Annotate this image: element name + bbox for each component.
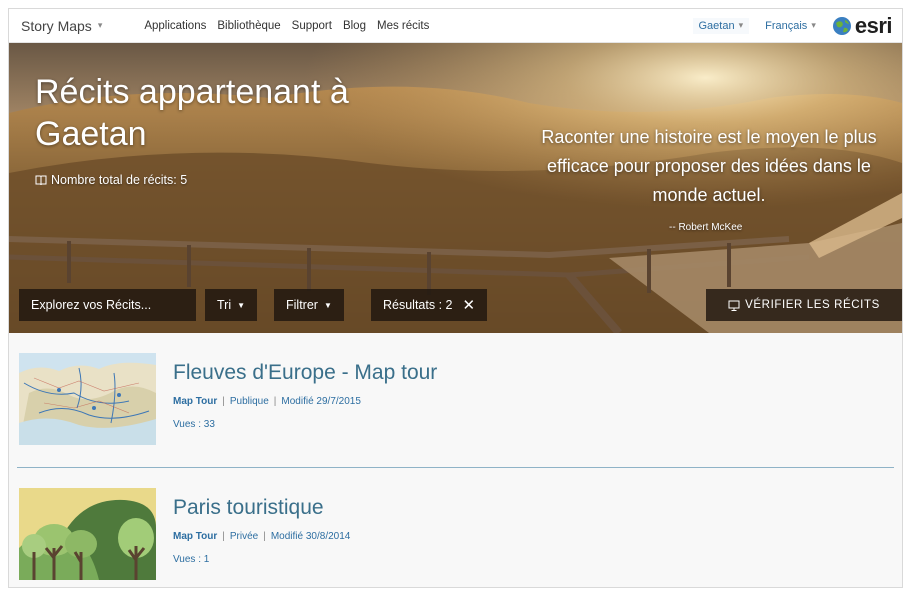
- trees-illustration-thumbnail[interactable]: [19, 488, 156, 580]
- nav-link-support[interactable]: Support: [292, 20, 332, 32]
- search-placeholder: Explorez vos Récits...: [31, 298, 152, 312]
- book-icon: [35, 175, 47, 185]
- nav-links: Applications Bibliothèque Support Blog M…: [144, 20, 429, 32]
- story-title[interactable]: Fleuves d'Europe - Map tour: [173, 361, 437, 385]
- language-menu[interactable]: Français ▾: [765, 20, 816, 32]
- europe-map-thumbnail[interactable]: [19, 353, 156, 445]
- language-label: Français: [765, 19, 808, 32]
- story-visibility: Publique: [229, 396, 269, 407]
- story-title[interactable]: Paris touristique: [173, 496, 324, 520]
- story-views: Vues : 33: [173, 419, 215, 430]
- chevron-down-icon: ▾: [738, 20, 744, 30]
- verify-stories-label: VÉRIFIER LES RÉCITS: [745, 299, 880, 311]
- monitor-icon: [728, 300, 740, 311]
- nav-link-applications[interactable]: Applications: [144, 20, 206, 32]
- separator: |: [222, 531, 225, 542]
- separator: |: [273, 396, 277, 407]
- filter-dropdown[interactable]: Filtrer ▼: [274, 289, 344, 321]
- story-count: Nombre total de récits: 5: [35, 173, 187, 187]
- story-type: Map Tour: [173, 531, 218, 542]
- nav-link-my-stories[interactable]: Mes récits: [377, 20, 429, 32]
- story-count-label: Nombre total de récits: 5: [51, 173, 188, 187]
- chevron-down-icon: ▾: [811, 20, 816, 30]
- results-label: Résultats : 2: [383, 298, 453, 312]
- quote-author: -- Robert McKee: [669, 222, 743, 233]
- story-meta: Map Tour | Publique | Modifié 29/7/2015: [173, 396, 361, 407]
- list-item: Fleuves d'Europe - Map tour Map Tour | P…: [17, 333, 894, 468]
- esri-logo-text: esri: [854, 12, 893, 38]
- story-views: Vues : 1: [173, 554, 210, 565]
- story-meta: Map Tour | Privée | Modifié 30/8/2014: [173, 531, 350, 542]
- user-name: Gaetan: [698, 19, 735, 32]
- hero-banner: Récits appartenant à Gaetan Nombre total…: [9, 43, 902, 333]
- story-modified: Modifié 29/7/2015: [281, 396, 361, 407]
- esri-logo[interactable]: esri: [832, 12, 893, 39]
- story-maps-page: Story Maps ▾ Applications Bibliothèque S…: [8, 8, 903, 588]
- page-title: Récits appartenant à Gaetan: [35, 73, 349, 153]
- list-item: Paris touristique Map Tour | Privée | Mo…: [9, 468, 902, 587]
- story-modified: Modifié 30/8/2014: [270, 531, 351, 542]
- close-icon[interactable]: ✕: [462, 296, 475, 314]
- search-input[interactable]: Explorez vos Récits...: [19, 289, 196, 321]
- results-badge[interactable]: Résultats : 2 ✕: [371, 289, 488, 321]
- nav-link-library[interactable]: Bibliothèque: [217, 20, 280, 32]
- globe-icon: [832, 16, 851, 35]
- user-menu[interactable]: Gaetan ▾: [692, 17, 750, 34]
- caret-down-icon: ▼: [237, 300, 246, 310]
- brand-label: Story Maps: [21, 17, 92, 34]
- top-navigation: Story Maps ▾ Applications Bibliothèque S…: [9, 9, 902, 43]
- chevron-down-icon: ▾: [97, 20, 103, 30]
- hero-quote: Raconter une histoire est le moyen le pl…: [541, 127, 877, 205]
- story-visibility: Privée: [229, 531, 259, 542]
- brand-menu[interactable]: Story Maps ▾: [21, 18, 102, 34]
- filter-label: Filtrer: [286, 298, 318, 312]
- story-list: Fleuves d'Europe - Map tour Map Tour | P…: [9, 333, 902, 587]
- story-type: Map Tour: [173, 396, 218, 407]
- sort-label: Tri: [217, 298, 232, 312]
- caret-down-icon: ▼: [323, 300, 332, 310]
- separator: |: [263, 531, 266, 542]
- nav-link-blog[interactable]: Blog: [343, 20, 366, 32]
- sort-dropdown[interactable]: Tri ▼: [205, 289, 258, 321]
- separator: |: [222, 396, 225, 407]
- nav-right: Gaetan ▾ Français ▾ esri: [692, 12, 893, 39]
- verify-stories-button[interactable]: VÉRIFIER LES RÉCITS: [706, 289, 902, 321]
